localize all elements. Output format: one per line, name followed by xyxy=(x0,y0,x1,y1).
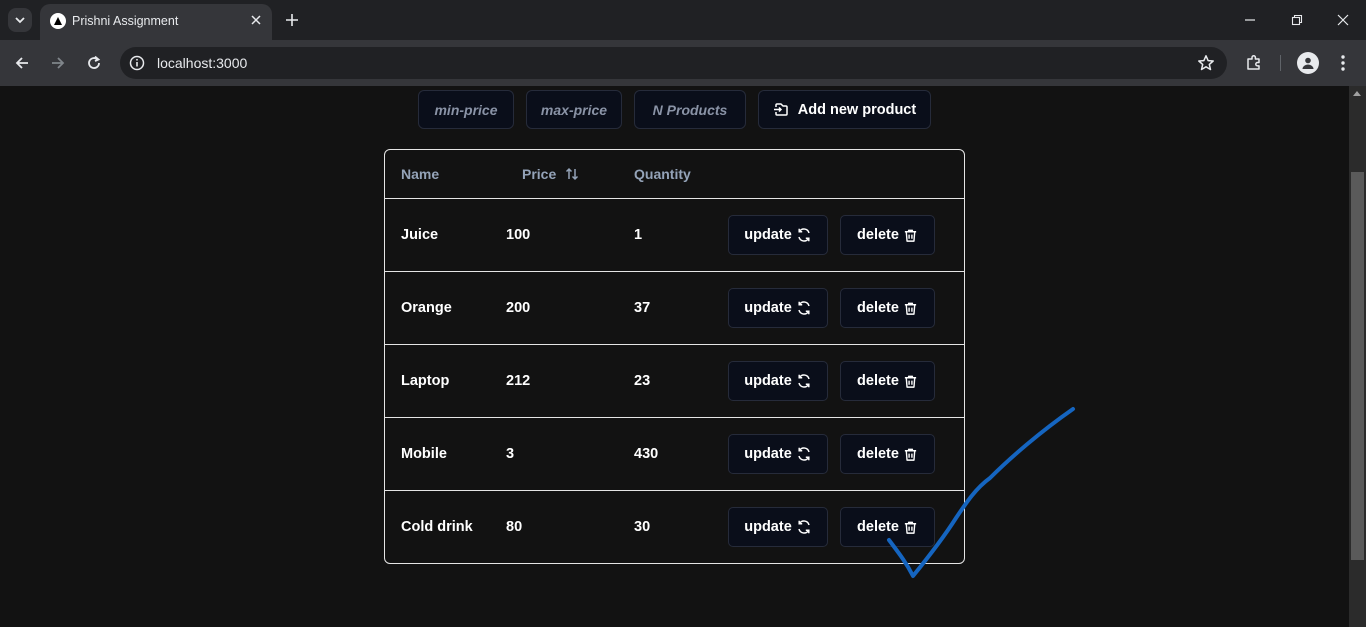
minimize-button[interactable] xyxy=(1240,10,1260,30)
cell-quantity: 30 xyxy=(634,519,651,535)
restore-button[interactable] xyxy=(1287,10,1307,30)
arrow-right-icon xyxy=(52,57,65,69)
arrow-left-icon xyxy=(15,57,28,69)
header-price-label: Price xyxy=(522,166,557,182)
update-label: update xyxy=(744,227,792,243)
header-name: Name xyxy=(401,166,440,182)
file-input-icon xyxy=(773,102,788,116)
table-row: Mobile 3 430 update delete xyxy=(385,418,964,491)
favicon-icon xyxy=(50,13,66,29)
tab-title: Prishni Assignment xyxy=(72,14,179,28)
toolbar-divider xyxy=(1280,55,1281,71)
cell-quantity: 430 xyxy=(634,446,659,462)
browser-menu-icon[interactable] xyxy=(1333,53,1353,73)
refresh-icon xyxy=(796,446,812,462)
delete-button[interactable]: delete xyxy=(840,288,935,328)
browser-toolbar: localhost:3000 xyxy=(0,40,1366,86)
delete-button[interactable]: delete xyxy=(840,507,935,547)
update-label: update xyxy=(744,446,792,462)
refresh-icon xyxy=(796,373,812,389)
page-scrollbar[interactable] xyxy=(1349,86,1366,627)
chevron-down-icon xyxy=(15,17,25,24)
plus-icon xyxy=(286,14,298,26)
extensions-icon[interactable] xyxy=(1244,53,1264,73)
update-button[interactable]: update xyxy=(728,507,828,547)
sort-icon[interactable] xyxy=(564,166,580,182)
cell-name: Laptop xyxy=(401,373,450,389)
url-text[interactable]: localhost:3000 xyxy=(157,55,247,71)
header-quantity: Quantity xyxy=(634,166,691,182)
refresh-icon xyxy=(796,300,812,316)
cell-quantity: 37 xyxy=(634,300,651,316)
add-new-product-label: Add new product xyxy=(797,101,917,118)
bookmark-star-icon[interactable] xyxy=(1197,54,1215,72)
max-price-input[interactable]: max-price xyxy=(526,90,622,129)
cell-name: Cold drink xyxy=(401,519,473,535)
table-header: Name Price Quantity xyxy=(385,150,964,199)
delete-label: delete xyxy=(857,519,899,535)
update-button[interactable]: update xyxy=(728,361,828,401)
delete-label: delete xyxy=(857,446,899,462)
header-price[interactable]: Price xyxy=(522,166,580,182)
cell-name: Juice xyxy=(401,227,439,243)
cell-quantity: 23 xyxy=(634,373,651,389)
delete-label: delete xyxy=(857,227,899,243)
delete-button[interactable]: delete xyxy=(840,434,935,474)
cell-quantity: 1 xyxy=(634,227,643,243)
forward-button[interactable] xyxy=(46,51,70,75)
scroll-up-arrow-icon[interactable] xyxy=(1353,91,1361,96)
cell-price: 100 xyxy=(506,227,531,243)
tab-close-icon[interactable] xyxy=(248,12,264,28)
delete-label: delete xyxy=(857,373,899,389)
back-button[interactable] xyxy=(10,51,34,75)
table-row: Juice 100 1 update delete xyxy=(385,199,964,272)
cell-price: 212 xyxy=(506,373,531,389)
add-new-product-button[interactable]: Add new product xyxy=(758,90,931,129)
table-row: Laptop 212 23 update delete xyxy=(385,345,964,418)
update-label: update xyxy=(744,519,792,535)
reload-icon xyxy=(88,55,101,69)
min-price-input[interactable]: min-price xyxy=(418,90,514,129)
restore-icon xyxy=(1291,14,1303,26)
browser-tab[interactable]: Prishni Assignment xyxy=(40,4,272,40)
cell-price: 200 xyxy=(506,300,531,316)
profile-avatar-icon[interactable] xyxy=(1297,52,1319,74)
cell-price: 80 xyxy=(506,519,523,535)
reload-button[interactable] xyxy=(82,51,106,75)
delete-button[interactable]: delete xyxy=(840,361,935,401)
table-row: Orange 200 37 update delete xyxy=(385,272,964,345)
scroll-thumb[interactable] xyxy=(1351,172,1364,560)
update-button[interactable]: update xyxy=(728,288,828,328)
trash-icon xyxy=(903,301,918,316)
cell-price: 3 xyxy=(506,446,515,462)
close-icon xyxy=(1337,14,1349,26)
tab-search-button[interactable] xyxy=(8,8,32,32)
refresh-icon xyxy=(796,227,812,243)
update-label: update xyxy=(744,300,792,316)
cell-name: Orange xyxy=(401,300,452,316)
table-row: Cold drink 80 30 update delete xyxy=(385,491,964,563)
page-viewport: min-price max-price N Products Add new p… xyxy=(0,86,1349,627)
n-products-input[interactable]: N Products xyxy=(634,90,746,129)
update-label: update xyxy=(744,373,792,389)
address-bar[interactable]: localhost:3000 xyxy=(120,47,1227,79)
delete-button[interactable]: delete xyxy=(840,215,935,255)
minimize-icon xyxy=(1245,19,1255,21)
refresh-icon xyxy=(796,519,812,535)
update-button[interactable]: update xyxy=(728,215,828,255)
trash-icon xyxy=(903,228,918,243)
cell-name: Mobile xyxy=(401,446,447,462)
close-window-button[interactable] xyxy=(1333,10,1353,30)
trash-icon xyxy=(903,374,918,389)
site-info-icon[interactable] xyxy=(129,55,145,71)
browser-tabstrip: Prishni Assignment xyxy=(0,0,1366,40)
new-tab-button[interactable] xyxy=(282,10,302,30)
trash-icon xyxy=(903,447,918,462)
trash-icon xyxy=(903,520,918,535)
products-table: Name Price Quantity Juice 100 1 update delet… xyxy=(384,149,965,564)
delete-label: delete xyxy=(857,300,899,316)
update-button[interactable]: update xyxy=(728,434,828,474)
